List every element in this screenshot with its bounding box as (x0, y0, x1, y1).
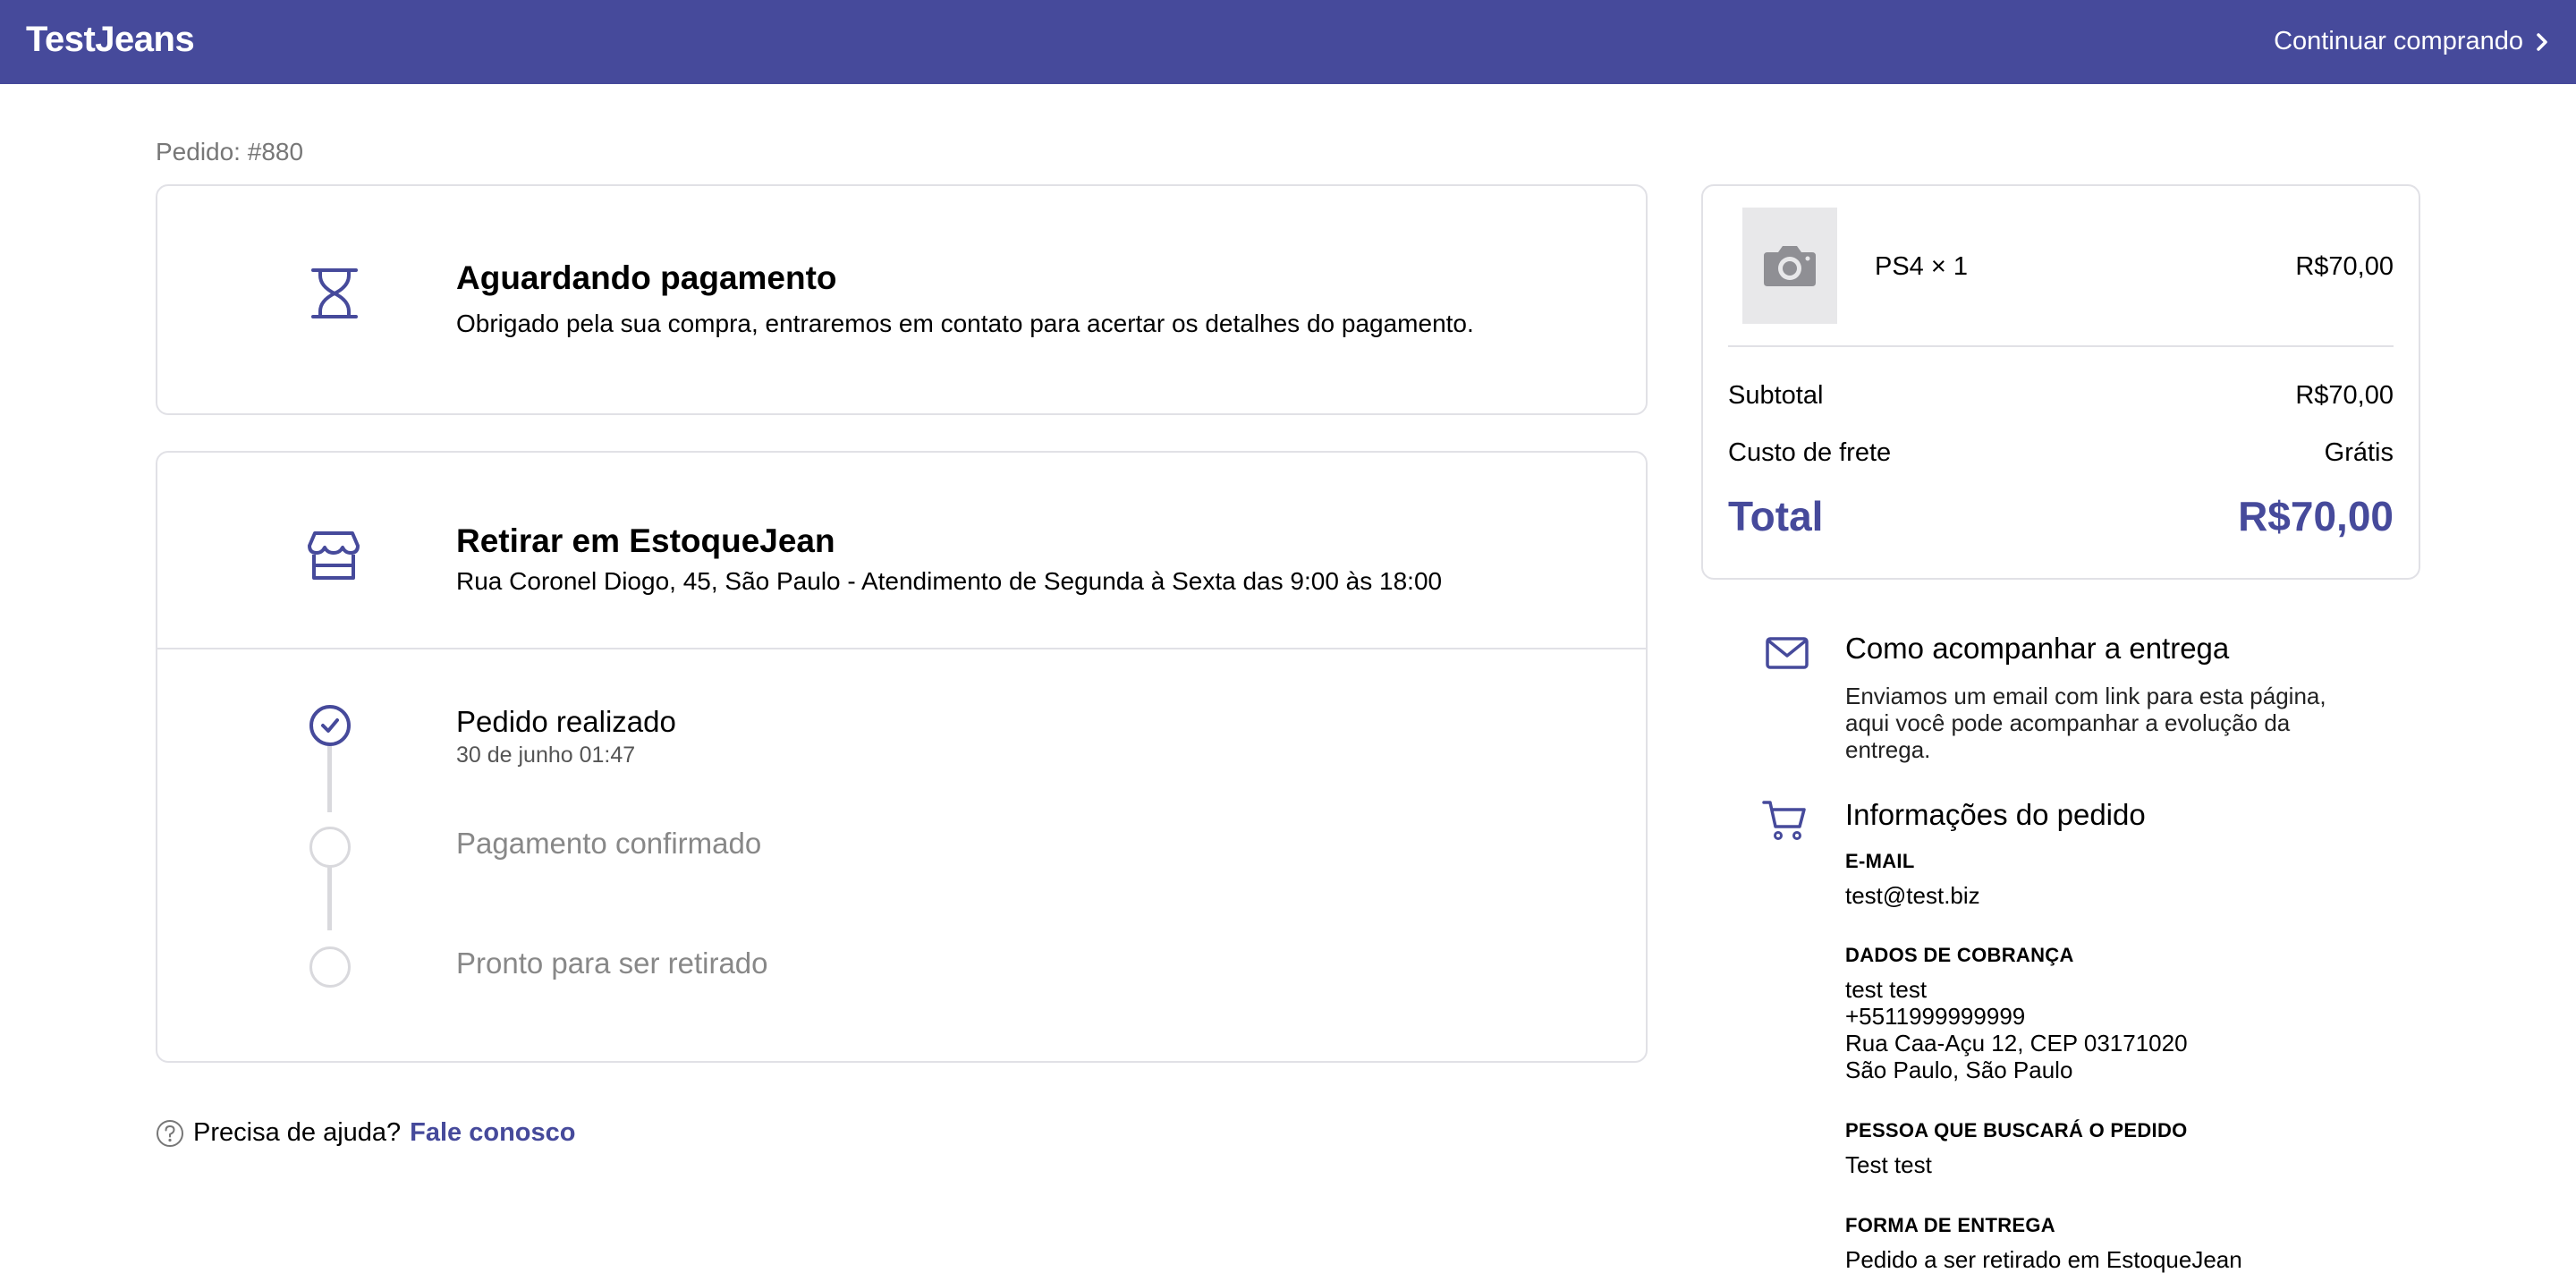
brand-logo[interactable]: TestJeans (26, 20, 195, 60)
continue-shopping-label: Continuar comprando (2274, 27, 2523, 55)
shipping-value: Grátis (2324, 438, 2394, 467)
billing-line: test test (1845, 976, 1928, 1003)
continue-shopping-link[interactable]: Continuar comprando (2274, 27, 2550, 56)
step-label-order-placed: Pedido realizado (456, 705, 676, 738)
store-icon (308, 531, 360, 580)
pickup-person-value: Test test (1845, 1151, 1932, 1178)
product-name: PS4 × 1 (1875, 252, 1968, 281)
order-summary-card: PS4 × 1 R$70,00 Subtotal R$70,00 Custo d… (1701, 184, 2420, 580)
billing-line: São Paulo, São Paulo (1845, 1057, 2073, 1083)
delivery-method-value: Pedido a ser retirado em EstoqueJean (1845, 1246, 2242, 1273)
step-label-payment-confirmed: Pagamento confirmado (456, 827, 762, 860)
tracking-text-line: Enviamos um email com link para esta pág… (1845, 683, 2326, 709)
email-value: test@test.biz (1845, 882, 1980, 909)
step-pending-circle-icon (309, 946, 351, 988)
help-row: Precisa de ajuda? Fale conosco (156, 1118, 575, 1148)
subtotal-label: Subtotal (1728, 381, 1824, 410)
billing-line: Rua Caa-Açu 12, CEP 03171020 (1845, 1030, 2188, 1057)
pickup-store-title: Retirar em EstoqueJean (456, 522, 835, 559)
pickup-person-label: PESSOA QUE BUSCARÁ O PEDIDO (1845, 1119, 2188, 1141)
billing-line: +5511999999999 (1845, 1003, 2026, 1030)
shipping-label: Custo de frete (1728, 438, 1892, 467)
tracking-text-line: aqui você pode acompanhar a evolução da (1845, 709, 2291, 736)
payment-status-card: Aguardando pagamento Obrigado pela sua c… (156, 184, 1648, 415)
subtotal-value: R$70,00 (2295, 381, 2394, 410)
email-label: E-MAIL (1845, 850, 1915, 872)
envelope-icon (1766, 637, 1809, 669)
order-info-title: Informações do pedido (1845, 798, 2146, 831)
product-thumbnail[interactable] (1742, 208, 1837, 324)
total-value: R$70,00 (2238, 493, 2394, 539)
step-done-check-icon (309, 705, 351, 746)
billing-label: DADOS DE COBRANÇA (1845, 944, 2074, 966)
pickup-card: Retirar em EstoqueJean Rua Coronel Diogo… (156, 451, 1648, 1063)
delivery-method-label: FORMA DE ENTREGA (1845, 1214, 2055, 1236)
product-price: R$70,00 (2295, 252, 2394, 281)
total-label: Total (1728, 493, 1824, 539)
step-pending-circle-icon (309, 827, 351, 868)
order-number: Pedido: #880 (156, 138, 304, 165)
step-date-order-placed: 30 de junho 01:47 (456, 743, 636, 768)
pickup-divider (157, 648, 1646, 649)
summary-divider (1728, 345, 2394, 347)
chevron-right-icon (2537, 32, 2547, 51)
question-circle-icon[interactable] (156, 1119, 184, 1148)
hourglass-icon (311, 268, 358, 318)
tracking-text-line: entrega. (1845, 736, 1931, 763)
payment-status-description: Obrigado pela sua compra, entraremos em … (456, 310, 1474, 337)
help-text: Precisa de ajuda? (193, 1118, 402, 1147)
contact-us-link[interactable]: Fale conosco (410, 1118, 575, 1148)
step-label-ready-for-pickup: Pronto para ser retirado (456, 946, 768, 980)
camera-icon (1764, 246, 1816, 286)
payment-status-title: Aguardando pagamento (456, 259, 837, 296)
pickup-store-address: Rua Coronel Diogo, 45, São Paulo - Atend… (456, 567, 1443, 595)
cart-icon (1762, 801, 1806, 840)
tracking-title: Como acompanhar a entrega (1845, 632, 2230, 665)
top-bar: TestJeans Continuar comprando (0, 0, 2576, 84)
